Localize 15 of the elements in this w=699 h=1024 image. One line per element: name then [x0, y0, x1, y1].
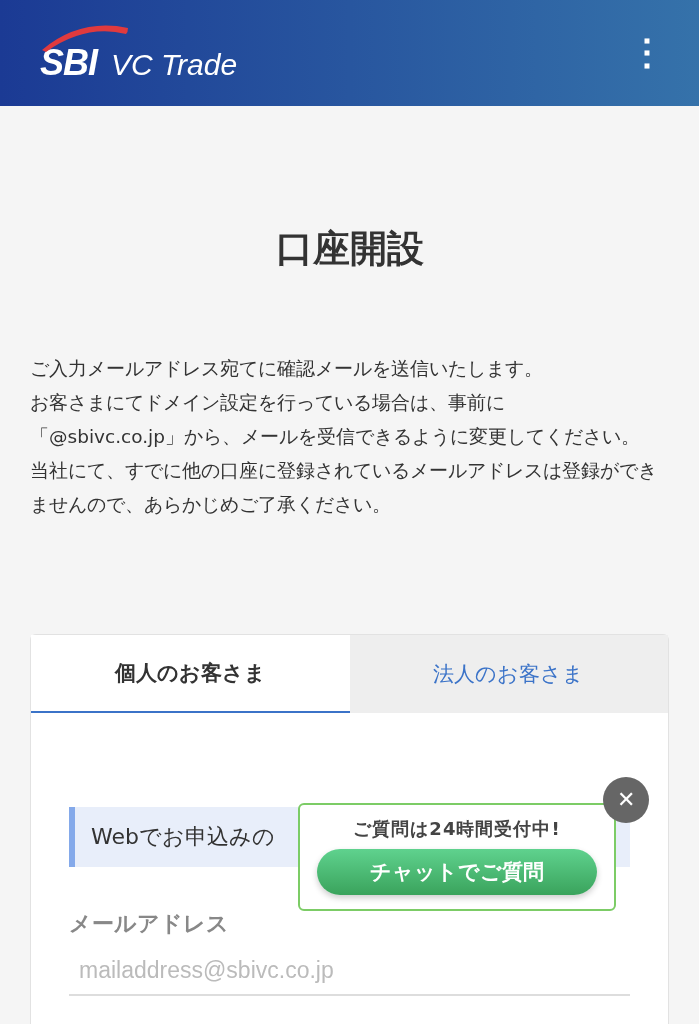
menu-button[interactable]: ⋮: [625, 35, 669, 71]
field-label: メールアドレス: [69, 910, 230, 938]
email-field[interactable]: mailaddress@sbivc.co.jp: [69, 951, 630, 996]
notice-text: 「@sbivc.co.jp」から、メールを受信できるように変更してください。: [30, 425, 641, 449]
page-title: 口座開設: [274, 226, 425, 272]
tab[interactable]: 法人のお客さま: [349, 635, 668, 713]
tab[interactable]: 個人のお客さま: [31, 635, 350, 713]
notice-text: 当社にて、すでに他の口座に登録されているメールアドレスは登録ができませんので、あらかじめご了承ください。: [30, 459, 658, 517]
close-button[interactable]: ✕: [603, 777, 649, 823]
chat-headline: ご質問は24時間受付中!: [353, 817, 561, 841]
logo-mark: SBI: [40, 42, 97, 84]
logo-text: VC Trade: [111, 48, 238, 82]
info-text: Webでお申込みの: [91, 823, 275, 851]
notice-text: お客さまにてドメイン設定を行っている場合は、事前に: [30, 391, 506, 415]
notice-text: ご入力メールアドレス宛てに確認メールを送信いたします。: [30, 357, 544, 381]
